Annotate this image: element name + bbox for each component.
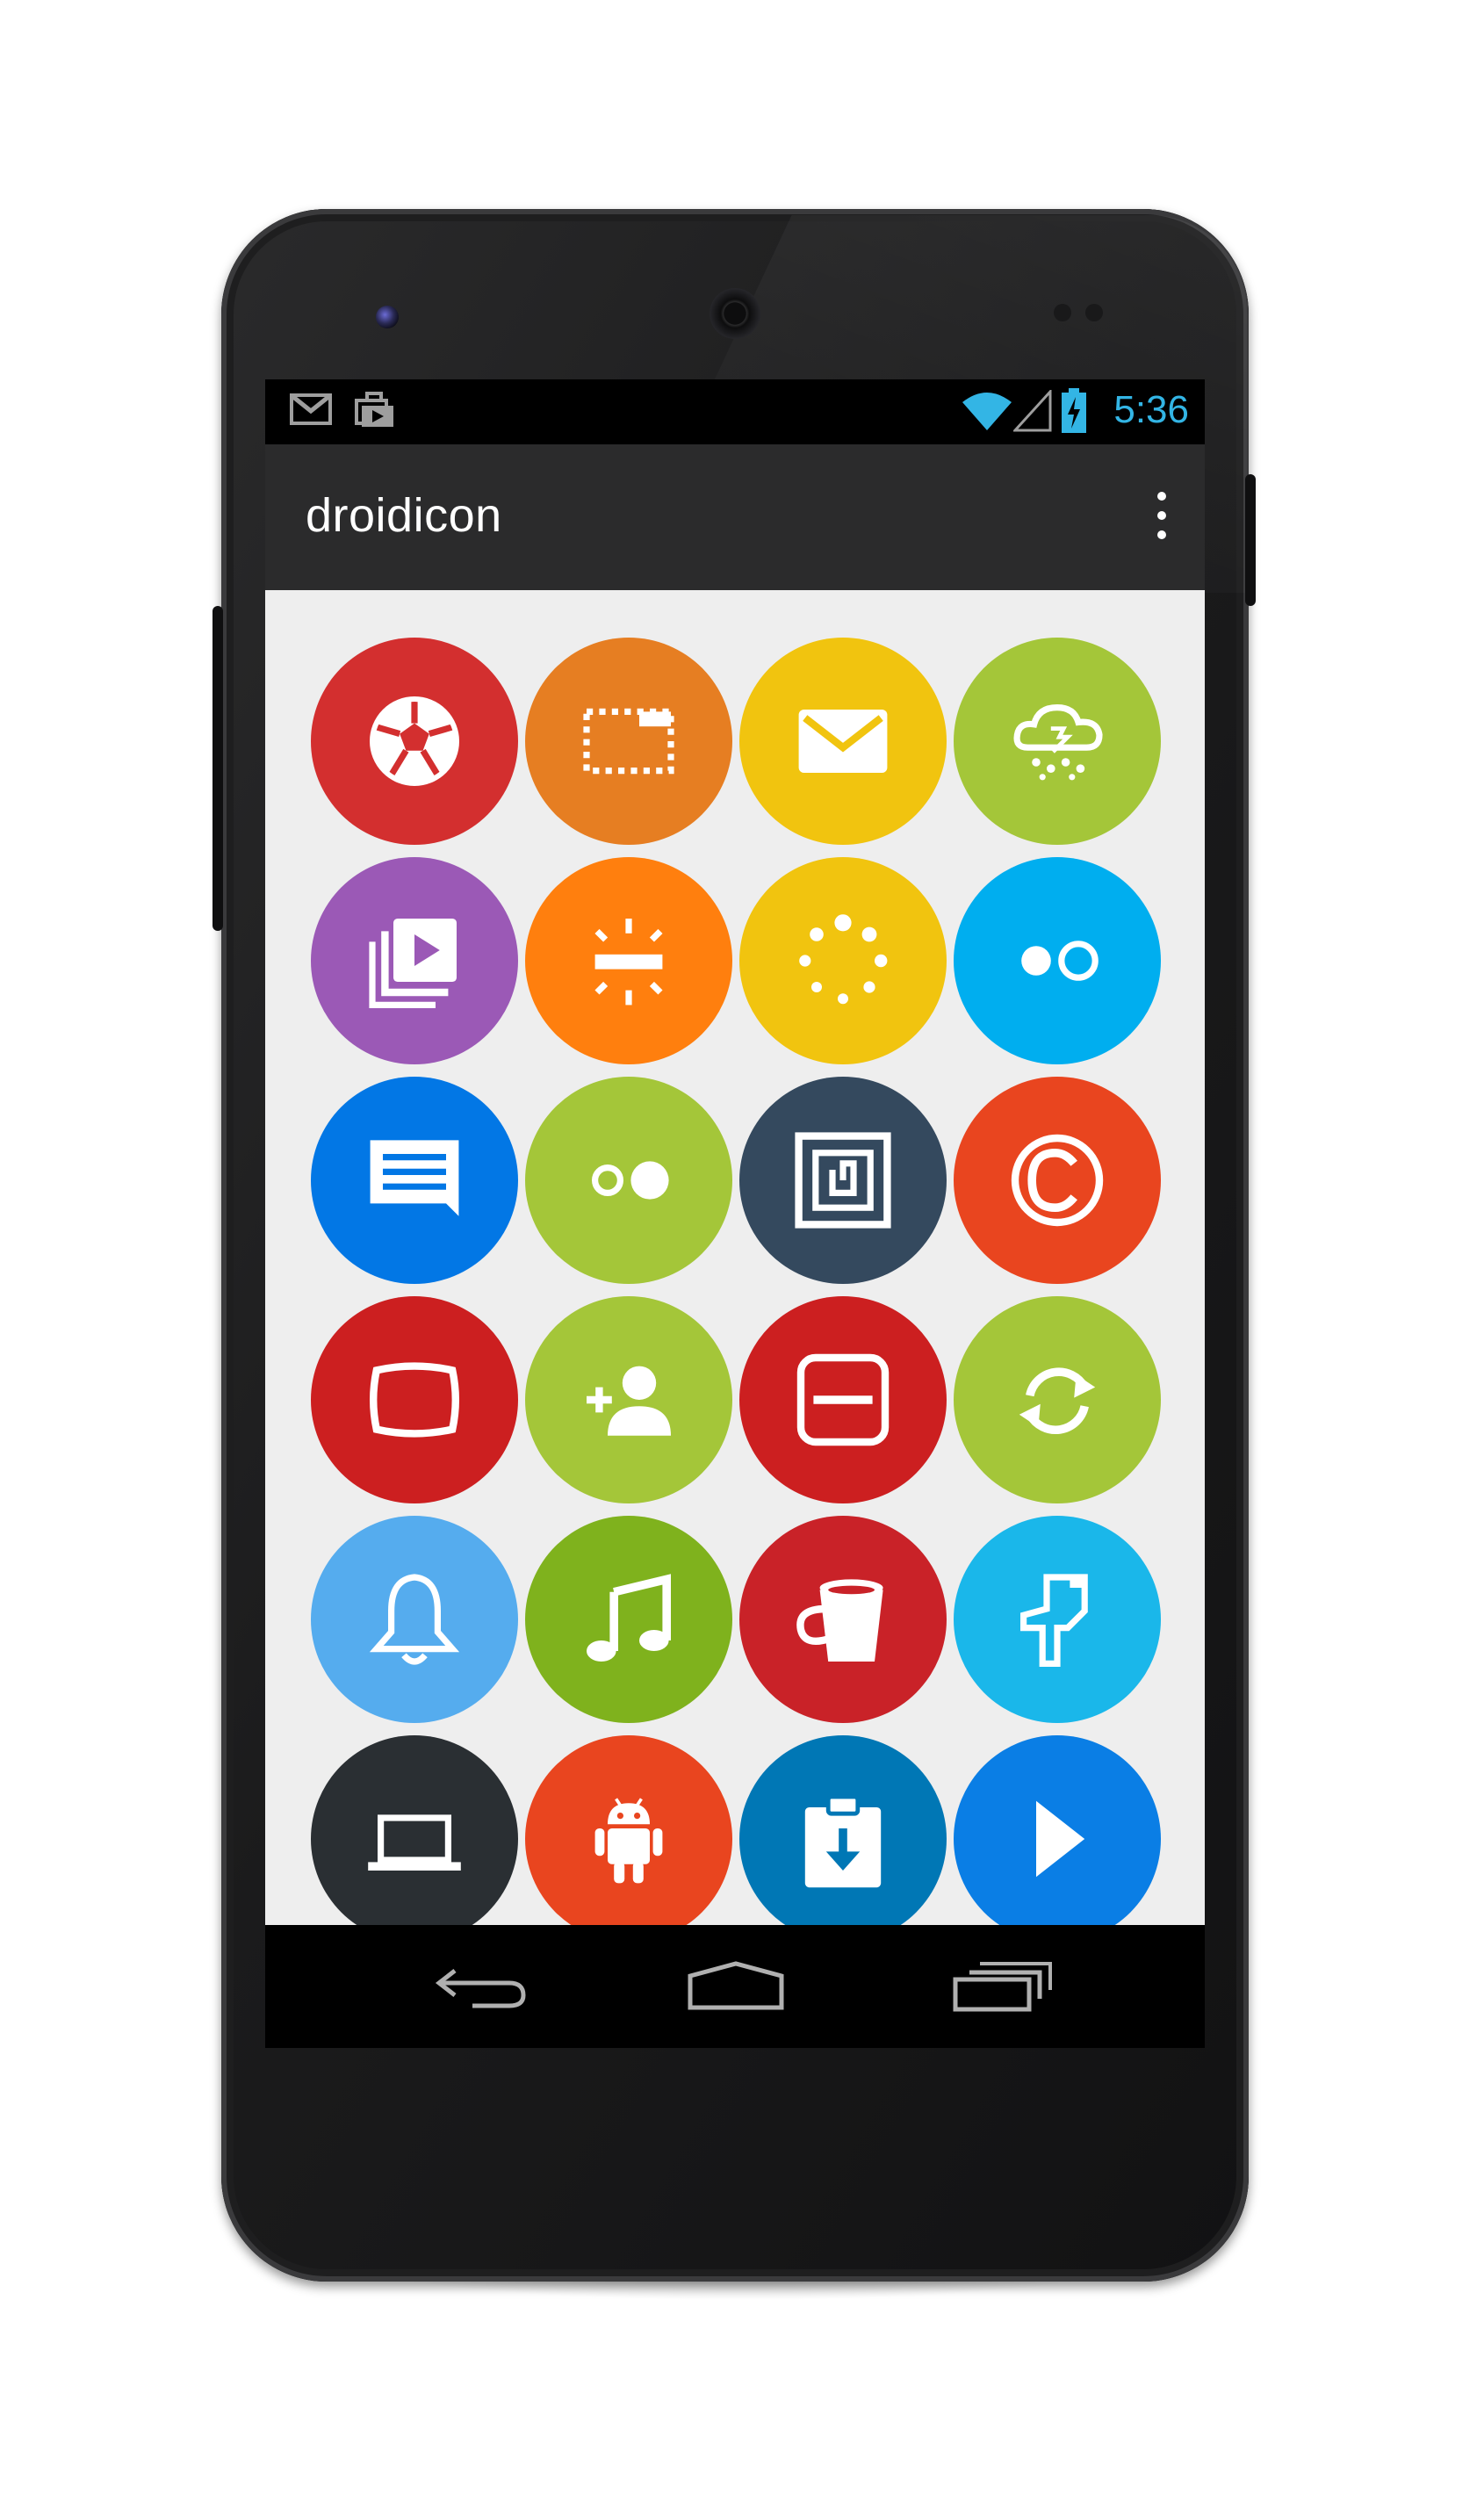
action-bar: droidicon — [265, 444, 1205, 590]
phone-screen: 5:36 droidicon — [265, 379, 1205, 2048]
home-icon[interactable] — [683, 1960, 789, 2013]
front-camera — [376, 306, 399, 328]
sync-icon[interactable] — [954, 1296, 1161, 1503]
video-library-icon[interactable] — [311, 857, 518, 1064]
flickr-icon[interactable] — [954, 857, 1161, 1064]
mail-envelope-icon[interactable] — [739, 638, 947, 845]
download-clipboard-icon[interactable] — [739, 1735, 947, 1925]
earpiece-speaker — [710, 288, 760, 339]
crop-frame-icon[interactable] — [525, 638, 732, 845]
soccer-ball-icon[interactable] — [311, 638, 518, 845]
laptop-icon[interactable] — [311, 1735, 518, 1925]
icon-grid — [311, 638, 1161, 1925]
status-bar: 5:36 — [265, 379, 1205, 444]
gmail-icon — [290, 393, 332, 429]
proximity-sensor — [1054, 304, 1071, 321]
paint-bucket-icon[interactable] — [739, 1516, 947, 1723]
notification-bell-icon[interactable] — [311, 1516, 518, 1723]
brightness-icon[interactable] — [525, 857, 732, 1064]
weather-rain-icon[interactable] — [954, 638, 1161, 845]
play-store-update-icon — [355, 392, 395, 433]
android-robot-icon[interactable] — [525, 1735, 732, 1925]
nfc-icon[interactable] — [739, 1077, 947, 1284]
battery-charging-icon — [1061, 388, 1087, 438]
power-button — [1245, 474, 1256, 606]
add-person-icon[interactable] — [525, 1296, 732, 1503]
chat-message-icon[interactable] — [311, 1077, 518, 1284]
remove-box-icon[interactable] — [739, 1296, 947, 1503]
light-sensor — [1085, 304, 1103, 321]
app-title: droidicon — [306, 489, 502, 542]
back-arrow-icon[interactable] — [429, 1960, 534, 2013]
play-arrow-icon[interactable] — [954, 1735, 1161, 1925]
recent-apps-icon[interactable] — [952, 1960, 1057, 2013]
hand-pointer-icon[interactable] — [954, 1516, 1161, 1723]
loading-spinner-icon[interactable] — [739, 857, 947, 1064]
wifi-icon — [961, 390, 1013, 436]
flickr-alt-icon[interactable] — [525, 1077, 732, 1284]
cell-signal-icon — [1012, 388, 1052, 436]
navigation-bar — [265, 1925, 1205, 2048]
icon-grid-container[interactable] — [265, 590, 1205, 1925]
overflow-menu-icon[interactable] — [1149, 487, 1175, 550]
music-note-icon[interactable] — [525, 1516, 732, 1723]
copyright-icon[interactable] — [954, 1077, 1161, 1284]
tv-screen-icon[interactable] — [311, 1296, 518, 1503]
volume-button — [213, 606, 223, 931]
status-time: 5:36 — [1113, 388, 1189, 431]
